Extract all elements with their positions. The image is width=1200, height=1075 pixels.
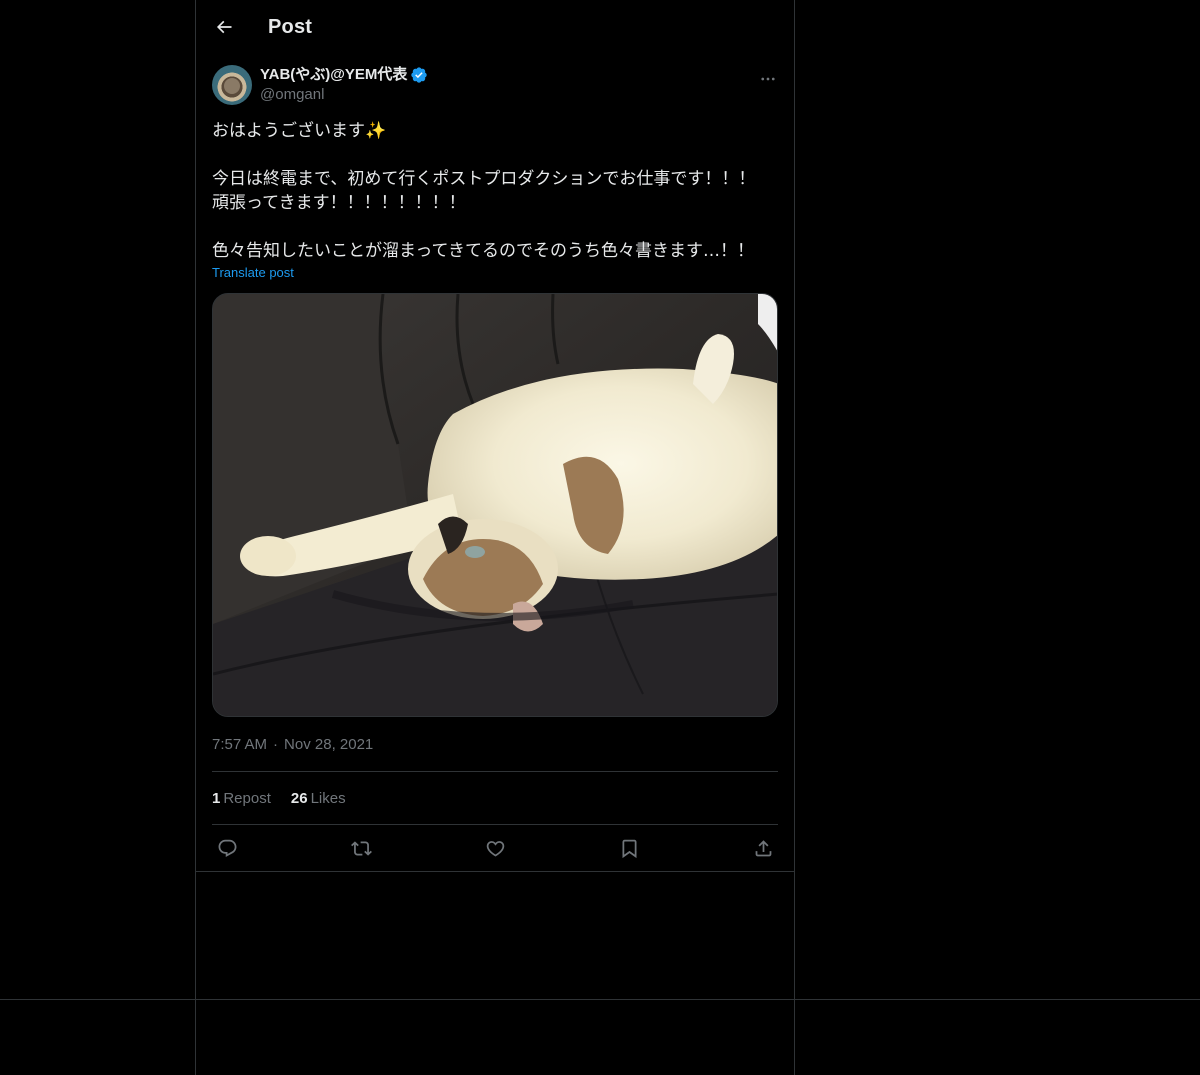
bookmark-icon	[622, 839, 636, 858]
like-button[interactable]	[484, 837, 506, 859]
post-timestamp: 7:57 AM · Nov 28, 2021	[212, 735, 778, 755]
repost-button[interactable]	[350, 837, 372, 859]
column-right-border	[794, 0, 795, 1075]
post-image[interactable]	[212, 293, 778, 717]
main-column: Post YAB(やぶ)@YEM代表 @omganl おはようございます✨ 今日…	[196, 0, 794, 872]
post: YAB(やぶ)@YEM代表 @omganl おはようございます✨ 今日は終電まで…	[196, 65, 794, 872]
likes-label: Likes	[310, 789, 346, 807]
more-options-button[interactable]	[758, 69, 778, 89]
back-button[interactable]	[212, 15, 236, 39]
more-icon	[761, 77, 775, 81]
post-text: おはようございます✨ 今日は終電まで、初めて行くポストプロダクションでお仕事です…	[212, 121, 756, 261]
page: Post YAB(やぶ)@YEM代表 @omganl おはようございます✨ 今日…	[0, 0, 1200, 1075]
post-author: YAB(やぶ)@YEM代表 @omganl	[212, 65, 778, 105]
author-name[interactable]: YAB(やぶ)@YEM代表	[260, 65, 407, 85]
post-date[interactable]: Nov 28, 2021	[284, 736, 373, 753]
reply-icon	[218, 839, 236, 857]
likes-stat[interactable]: 26 Likes	[291, 790, 346, 807]
repost-icon	[350, 840, 372, 856]
reposts-label: Repost	[223, 789, 271, 807]
cat-photo	[213, 294, 777, 716]
avatar[interactable]	[212, 65, 252, 105]
share-button[interactable]	[752, 837, 774, 859]
reply-button[interactable]	[216, 837, 238, 859]
post-bottom-divider	[196, 871, 794, 872]
author-name-line: YAB(やぶ)@YEM代表	[260, 65, 428, 85]
author-handle[interactable]: @omganl	[260, 85, 428, 105]
bookmark-button[interactable]	[618, 837, 640, 859]
timestamp-separator: ·	[273, 736, 279, 753]
post-time[interactable]: 7:57 AM	[212, 736, 267, 753]
top-bar: Post	[196, 0, 794, 54]
author-text: YAB(やぶ)@YEM代表 @omganl	[260, 65, 428, 105]
likes-count: 26	[290, 789, 308, 807]
translate-post-link[interactable]: Translate post	[212, 263, 294, 283]
bottom-divider	[0, 999, 1200, 1000]
page-title: Post	[268, 15, 313, 38]
reposts-count: 1	[212, 789, 221, 807]
arrow-left-icon	[216, 20, 232, 34]
post-actions	[212, 825, 778, 871]
verified-badge-icon	[410, 66, 428, 84]
like-icon	[486, 840, 504, 857]
post-stats: 1 Repost 26 Likes	[212, 772, 778, 824]
share-icon	[755, 839, 771, 856]
reposts-stat[interactable]: 1 Repost	[212, 790, 271, 807]
